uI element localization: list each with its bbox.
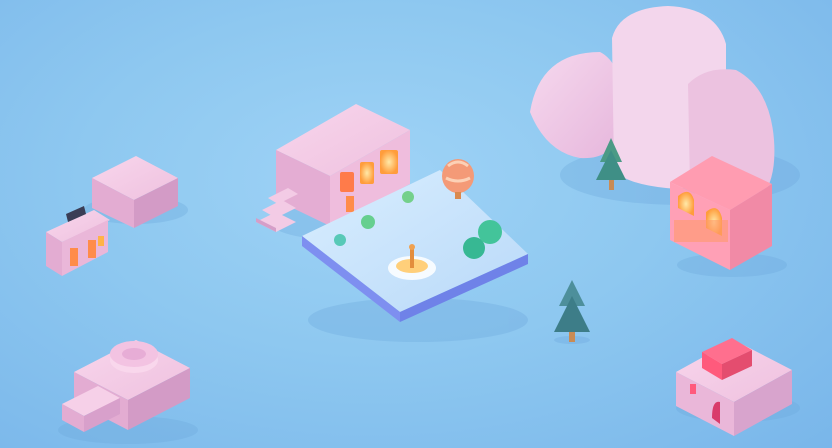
scene-canvas <box>46 6 800 444</box>
orb <box>478 220 502 244</box>
gift-box-building <box>676 338 792 436</box>
small-shop-left <box>46 206 110 276</box>
isometric-scene <box>0 0 832 448</box>
pine-tree <box>554 280 590 342</box>
ring-platform <box>62 340 190 432</box>
orb <box>334 234 346 246</box>
orb <box>402 191 414 203</box>
orb <box>361 215 375 229</box>
